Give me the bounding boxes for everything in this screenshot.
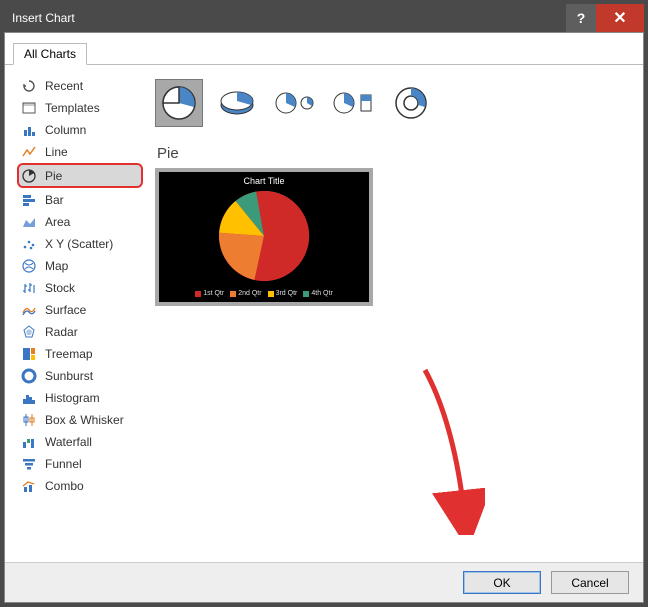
sidebar-item-label: Line	[45, 145, 68, 159]
chart-type-heading: Pie	[157, 145, 631, 162]
close-button[interactable]: ✕	[596, 4, 644, 32]
scatter-icon	[21, 236, 37, 252]
sidebar-item-label: Funnel	[45, 457, 82, 471]
sidebar-item-label: Map	[45, 259, 68, 273]
annotation-arrow-icon	[415, 365, 485, 535]
subtype-pie-of-pie[interactable]	[271, 79, 319, 127]
chart-type-sidebar: Recent Templates Column Line Pie	[17, 75, 143, 558]
help-button[interactable]: ?	[566, 4, 596, 32]
sidebar-item-label: Sunburst	[45, 369, 93, 383]
dialog-footer: OK Cancel	[5, 562, 643, 602]
sidebar-item-label: Box & Whisker	[45, 413, 124, 427]
pie-icon	[21, 168, 37, 184]
sidebar-item-combo[interactable]: Combo	[17, 475, 143, 496]
area-icon	[21, 214, 37, 230]
recent-icon	[21, 78, 37, 94]
sidebar-item-label: Templates	[45, 101, 100, 115]
sidebar-item-histogram[interactable]: Histogram	[17, 387, 143, 408]
column-icon	[21, 122, 37, 138]
surface-icon	[21, 302, 37, 318]
line-icon	[21, 144, 37, 160]
sidebar-item-column[interactable]: Column	[17, 119, 143, 140]
sunburst-icon	[21, 368, 37, 384]
sidebar-item-scatter[interactable]: X Y (Scatter)	[17, 233, 143, 254]
sidebar-item-treemap[interactable]: Treemap	[17, 343, 143, 364]
sidebar-item-stock[interactable]: Stock	[17, 277, 143, 298]
subtype-3d-pie[interactable]	[213, 79, 261, 127]
funnel-icon	[21, 456, 37, 472]
histogram-icon	[21, 390, 37, 406]
bar-icon	[21, 192, 37, 208]
sidebar-item-sunburst[interactable]: Sunburst	[17, 365, 143, 386]
sidebar-item-label: Surface	[45, 303, 86, 317]
chart-preview[interactable]: Chart Title	[155, 168, 373, 306]
sidebar-item-label: Stock	[45, 281, 75, 295]
sidebar-item-label: Area	[45, 215, 70, 229]
sidebar-item-label: Bar	[45, 193, 64, 207]
sidebar-item-waterfall[interactable]: Waterfall	[17, 431, 143, 452]
sidebar-item-surface[interactable]: Surface	[17, 299, 143, 320]
sidebar-item-recent[interactable]: Recent	[17, 75, 143, 96]
radar-icon	[21, 324, 37, 340]
sidebar-item-label: Pie	[45, 169, 62, 183]
sidebar-item-label: Waterfall	[45, 435, 92, 449]
titlebar: Insert Chart ? ✕	[4, 4, 644, 32]
subtype-pie[interactable]	[155, 79, 203, 127]
cancel-button[interactable]: Cancel	[551, 571, 629, 594]
sidebar-item-box-whisker[interactable]: Box & Whisker	[17, 409, 143, 430]
sidebar-item-label: Combo	[45, 479, 84, 493]
treemap-icon	[21, 346, 37, 362]
sidebar-item-label: Radar	[45, 325, 78, 339]
sidebar-item-area[interactable]: Area	[17, 211, 143, 232]
combo-icon	[21, 478, 37, 494]
sidebar-item-label: Recent	[45, 79, 83, 93]
sidebar-item-label: Histogram	[45, 391, 100, 405]
sidebar-item-map[interactable]: Map	[17, 255, 143, 276]
sidebar-item-funnel[interactable]: Funnel	[17, 453, 143, 474]
map-icon	[21, 258, 37, 274]
templates-icon	[21, 100, 37, 116]
stock-icon	[21, 280, 37, 296]
box-whisker-icon	[21, 412, 37, 428]
main-panel: Pie Chart Title	[155, 75, 631, 558]
sidebar-item-radar[interactable]: Radar	[17, 321, 143, 342]
tab-row: All Charts	[5, 39, 643, 65]
subtype-bar-of-pie[interactable]	[329, 79, 377, 127]
tab-all-charts[interactable]: All Charts	[13, 43, 87, 65]
sidebar-item-bar[interactable]: Bar	[17, 189, 143, 210]
preview-legend: 1st Qtr 2nd Qtr 3rd Qtr 4th Qtr	[195, 290, 333, 297]
sidebar-item-label: Treemap	[45, 347, 93, 361]
waterfall-icon	[21, 434, 37, 450]
sidebar-item-pie[interactable]: Pie	[17, 163, 143, 188]
window-title: Insert Chart	[4, 11, 566, 25]
ok-button[interactable]: OK	[463, 571, 541, 594]
preview-title: Chart Title	[243, 176, 284, 186]
pie-chart-icon	[214, 186, 314, 286]
insert-chart-dialog: Insert Chart ? ✕ All Charts Recent Templ…	[4, 4, 644, 603]
subtype-doughnut[interactable]	[387, 79, 435, 127]
pie-subtype-row	[155, 75, 631, 131]
sidebar-item-label: X Y (Scatter)	[45, 237, 113, 251]
sidebar-item-label: Column	[45, 123, 86, 137]
sidebar-item-templates[interactable]: Templates	[17, 97, 143, 118]
sidebar-item-line[interactable]: Line	[17, 141, 143, 162]
